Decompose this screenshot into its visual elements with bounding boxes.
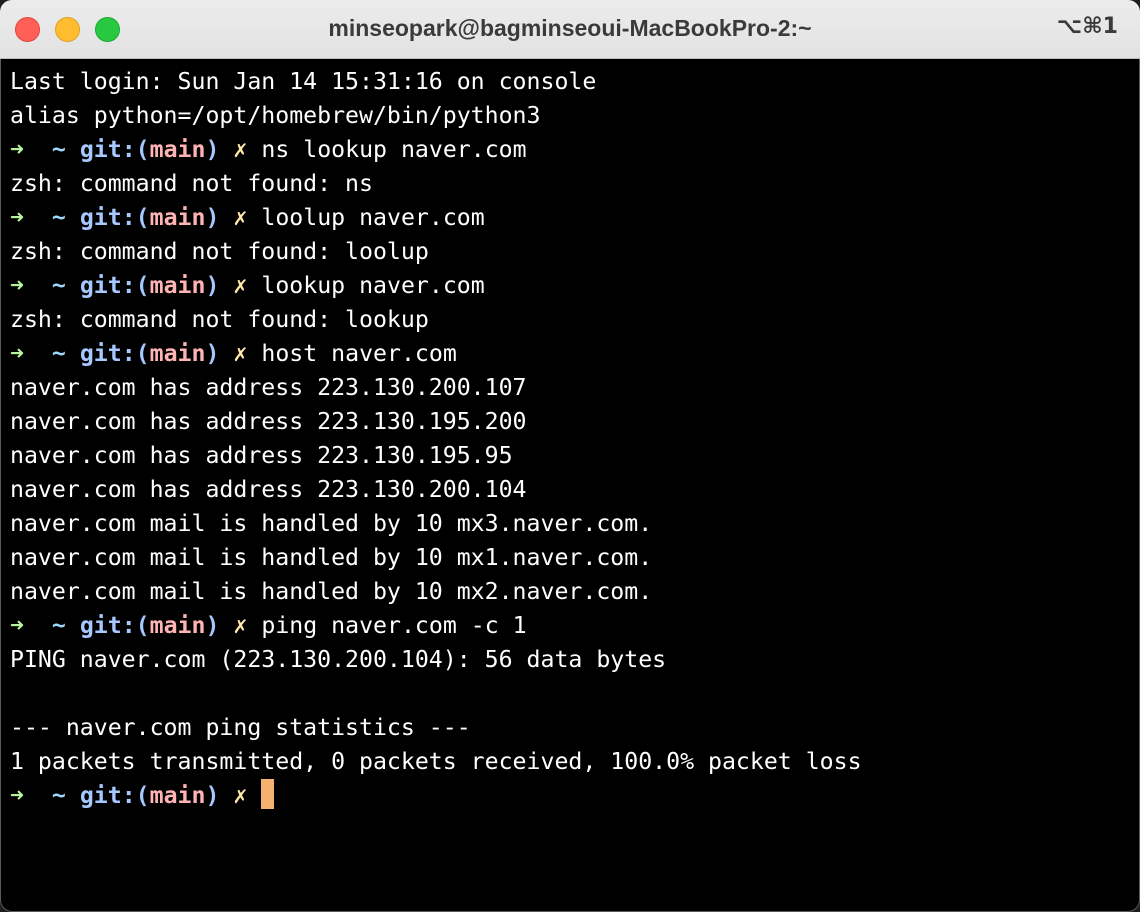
output-line: alias python=/opt/homebrew/bin/python3: [10, 102, 541, 129]
git-suffix: ): [205, 272, 220, 299]
terminal-output[interactable]: Last login: Sun Jan 14 15:31:16 on conso…: [10, 65, 1130, 905]
terminal-window: minseopark@bagminseoui-MacBookPro-2:~ ⌥⌘…: [0, 0, 1140, 912]
prompt-directory: ~: [51, 272, 66, 299]
output-line: zsh: command not found: ns: [10, 170, 373, 197]
git-prefix: git:(: [79, 782, 150, 809]
title-bar[interactable]: minseopark@bagminseoui-MacBookPro-2:~ ⌥⌘…: [0, 0, 1140, 59]
prompt-directory: ~: [51, 612, 66, 639]
prompt-line: ➜ ~ git:(main) ✗ ping naver.com -c 1: [10, 609, 1130, 643]
text-cursor: [261, 779, 275, 809]
prompt-line: ➜ ~ git:(main) ✗ ns lookup naver.com: [10, 133, 1130, 167]
output-line: Last login: Sun Jan 14 15:31:16 on conso…: [10, 68, 597, 95]
git-branch: main: [149, 204, 206, 231]
output-line: naver.com has address 223.130.200.104: [10, 476, 527, 503]
git-suffix: ): [205, 612, 220, 639]
prompt-arrow-icon: ➜: [10, 136, 24, 163]
git-branch: main: [149, 136, 206, 163]
prompt-directory: ~: [51, 204, 66, 231]
git-suffix: ): [205, 136, 220, 163]
prompt-directory: ~: [51, 782, 66, 809]
git-dirty-icon: ✗: [233, 612, 248, 639]
output-line: --- naver.com ping statistics ---: [10, 714, 471, 741]
git-branch: main: [149, 272, 206, 299]
git-branch: main: [149, 782, 206, 809]
command-text: loolup naver.com: [261, 204, 485, 231]
git-suffix: ): [205, 782, 220, 809]
command-text: lookup naver.com: [261, 272, 485, 299]
git-dirty-icon: ✗: [233, 204, 248, 231]
output-line: PING naver.com (223.130.200.104): 56 dat…: [10, 646, 667, 673]
prompt-line: ➜ ~ git:(main) ✗: [10, 779, 1130, 813]
git-dirty-icon: ✗: [233, 340, 248, 367]
output-line: zsh: command not found: lookup: [10, 306, 429, 333]
window-title: minseopark@bagminseoui-MacBookPro-2:~: [328, 15, 812, 41]
prompt-line: ➜ ~ git:(main) ✗ host naver.com: [10, 337, 1130, 371]
output-line: 1 packets transmitted, 0 packets receive…: [10, 748, 862, 775]
git-suffix: ): [205, 340, 220, 367]
prompt-directory: ~: [51, 136, 66, 163]
output-line: naver.com has address 223.130.195.200: [10, 408, 527, 435]
git-suffix: ): [205, 204, 220, 231]
git-prefix: git:(: [79, 612, 150, 639]
git-prefix: git:(: [79, 204, 150, 231]
prompt-arrow-icon: ➜: [10, 612, 24, 639]
output-line: naver.com has address 223.130.195.95: [10, 442, 513, 469]
prompt-directory: ~: [51, 340, 66, 367]
git-dirty-icon: ✗: [233, 136, 248, 163]
window-shortcut: ⌥⌘1: [1056, 14, 1118, 39]
git-branch: main: [149, 612, 206, 639]
output-line: zsh: command not found: loolup: [10, 238, 429, 265]
git-dirty-icon: ✗: [233, 782, 248, 809]
git-prefix: git:(: [79, 136, 150, 163]
output-line: naver.com mail is handled by 10 mx3.nave…: [10, 510, 653, 537]
prompt-line: ➜ ~ git:(main) ✗ loolup naver.com: [10, 201, 1130, 235]
prompt-line: ➜ ~ git:(main) ✗ lookup naver.com: [10, 269, 1130, 303]
command-text: ns lookup naver.com: [261, 136, 527, 163]
git-prefix: git:(: [79, 272, 150, 299]
prompt-arrow-icon: ➜: [10, 782, 24, 809]
git-dirty-icon: ✗: [233, 272, 248, 299]
git-branch: main: [149, 340, 206, 367]
prompt-arrow-icon: ➜: [10, 340, 24, 367]
command-text: host naver.com: [261, 340, 457, 367]
prompt-arrow-icon: ➜: [10, 272, 24, 299]
prompt-arrow-icon: ➜: [10, 204, 24, 231]
git-prefix: git:(: [79, 340, 150, 367]
output-line: naver.com mail is handled by 10 mx1.nave…: [10, 544, 653, 571]
output-line: naver.com has address 223.130.200.107: [10, 374, 527, 401]
command-text: ping naver.com -c 1: [261, 612, 527, 639]
output-line: naver.com mail is handled by 10 mx2.nave…: [10, 578, 653, 605]
